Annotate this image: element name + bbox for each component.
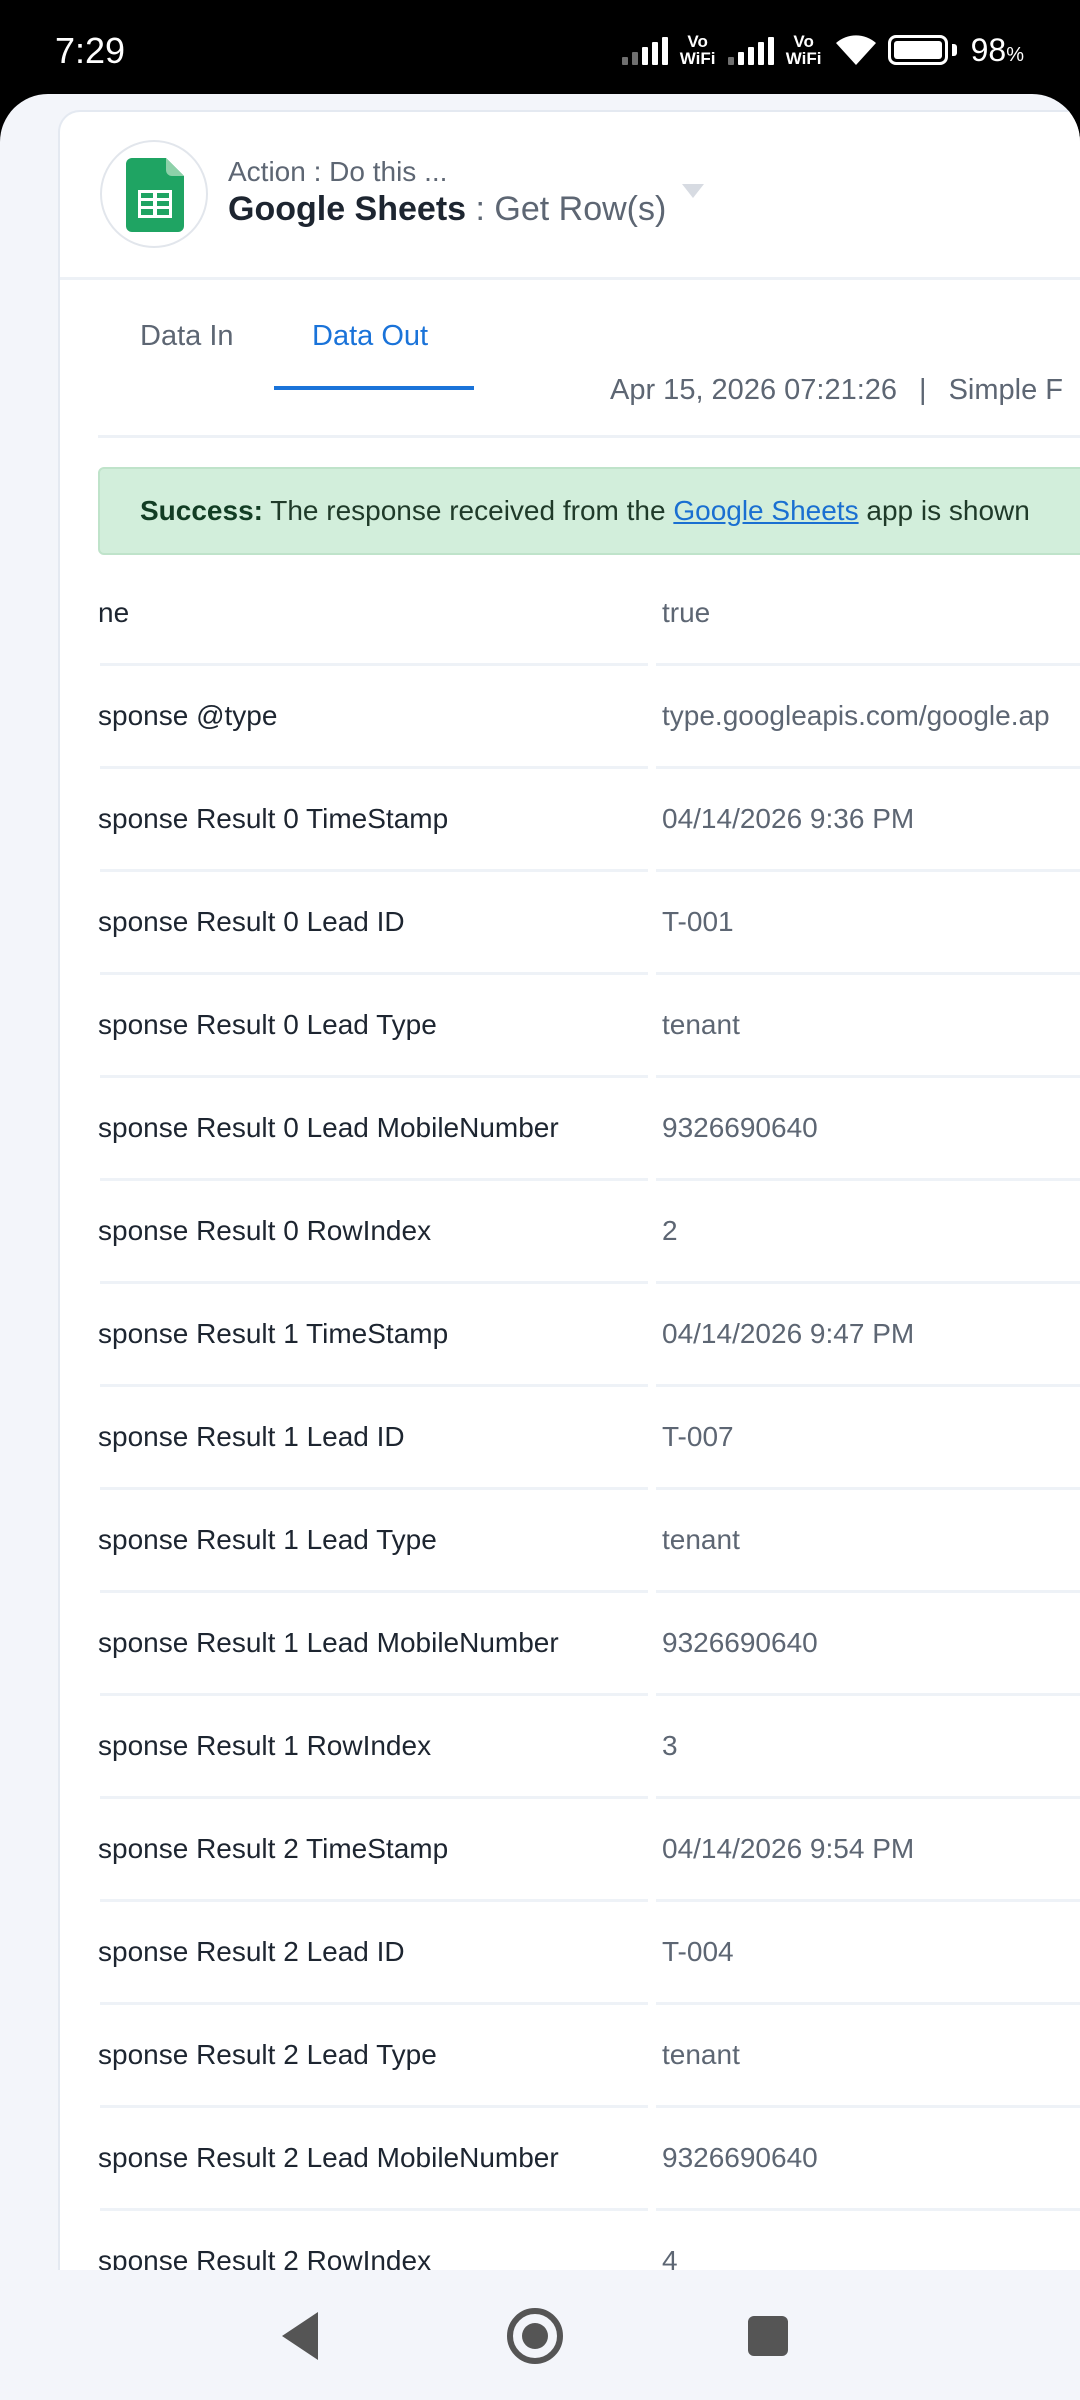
row-value: 9326690640 [662, 2142, 818, 2173]
table-row: sponse Result 0 Lead ID T-001 [60, 872, 1080, 975]
table-row: sponse Result 2 Lead ID T-004 [60, 1902, 1080, 2005]
bottom-sheet: Action : Do this ... Google Sheets : Get… [0, 94, 1080, 2270]
battery-icon [887, 35, 957, 65]
battery-percent: 98% [970, 31, 1024, 68]
row-key: sponse Result 1 TimeStamp [98, 1318, 449, 1349]
row-value: T-001 [662, 906, 734, 937]
row-value: tenant [662, 1009, 740, 1040]
table-row: sponse Result 2 TimeStamp 04/14/2026 9:54… [60, 1799, 1080, 1902]
table-row: sponse Result 1 RowIndex 3 [60, 1696, 1080, 1799]
row-value: tenant [662, 1524, 740, 1555]
table-row: sponse Result 2 RowIndex 4 [60, 2211, 1080, 2270]
row-value: T-004 [662, 1936, 734, 1967]
row-key: sponse @type [98, 700, 278, 731]
table-row: sponse Result 1 Lead MobileNumber 9326690… [60, 1593, 1080, 1696]
row-key: sponse Result 1 RowIndex [98, 1730, 432, 1761]
run-meta: Apr 15, 2026 07:21:26 | Simple F [610, 374, 1063, 406]
signal-1-icon [621, 35, 668, 65]
table-row: sponse Result 1 Lead ID T-007 [60, 1387, 1080, 1490]
row-key: sponse Result 1 Lead MobileNumber [98, 1627, 559, 1658]
row-value: 04/14/2026 9:54 PM [662, 1833, 915, 1864]
row-value: 4 [662, 2245, 678, 2270]
action-card: Action : Do this ... Google Sheets : Get… [58, 110, 1080, 2270]
row-value: 04/14/2026 9:47 PM [662, 1318, 915, 1349]
row-key: ne [98, 597, 130, 628]
row-value: 3 [662, 1730, 678, 1761]
row-key: sponse Result 2 TimeStamp [98, 1833, 449, 1864]
row-key: sponse Result 2 RowIndex [98, 2245, 432, 2270]
run-timestamp: Apr 15, 2026 07:21:26 [610, 374, 898, 406]
row-key: sponse Result 1 Lead Type [98, 1524, 437, 1555]
table-row: sponse Result 0 TimeStamp 04/14/2026 9:36… [60, 769, 1080, 872]
data-out-table: ne true sponse @type type.googleapis.com/go… [60, 563, 1080, 2270]
back-triangle-icon[interactable] [282, 2312, 318, 2360]
row-key: sponse Result 0 RowIndex [98, 1215, 432, 1246]
row-key: sponse Result 2 Lead Type [98, 2039, 437, 2070]
status-bar: 7:29 Vo WiFi Vo WiFi 98% [0, 0, 1080, 96]
table-row: sponse Result 0 Lead MobileNumber 9326690… [60, 1078, 1080, 1181]
row-value: 2 [662, 1215, 678, 1246]
table-row: sponse Result 1 Lead Type tenant [60, 1490, 1080, 1593]
row-key: sponse Result 2 Lead ID [98, 1936, 405, 1967]
table-row: sponse Result 2 Lead Type tenant [60, 2005, 1080, 2108]
signal-2-icon [727, 35, 774, 65]
row-value: 9326690640 [662, 1627, 818, 1658]
row-key: sponse Result 0 Lead ID [98, 906, 405, 937]
active-tab-indicator [274, 386, 474, 390]
home-circle-icon[interactable] [507, 2308, 563, 2364]
google-sheets-icon [100, 140, 208, 248]
row-value: 9326690640 [662, 1112, 818, 1143]
vowifi-1-label: Vo WiFi [679, 32, 716, 68]
row-value: tenant [662, 2039, 740, 2070]
google-sheets-link[interactable]: Google Sheets [673, 495, 858, 526]
table-row: sponse Result 0 Lead Type tenant [60, 975, 1080, 1078]
status-time: 7:29 [55, 30, 126, 71]
wifi-icon [835, 35, 876, 65]
table-row: sponse Result 2 Lead MobileNumber 9326690… [60, 2108, 1080, 2211]
table-row: ne true [60, 563, 1080, 666]
row-key: sponse Result 1 Lead ID [98, 1421, 405, 1452]
action-label: Action : Do this ... [228, 156, 448, 187]
row-key: sponse Result 0 Lead MobileNumber [98, 1112, 559, 1143]
recent-apps-square-icon[interactable] [748, 2316, 788, 2356]
app-title: Google Sheets : Get Row(s) [228, 190, 667, 228]
row-value: 04/14/2026 9:36 PM [662, 803, 915, 834]
card-header: Action : Do this ... Google Sheets : Get… [60, 112, 1080, 280]
tab-data-out[interactable]: Data Out [312, 320, 428, 353]
navigation-bar [0, 2270, 1080, 2400]
row-value: T-007 [662, 1421, 734, 1452]
status-icons: Vo WiFi Vo WiFi 98% [621, 28, 1024, 72]
row-value: type.googleapis.com/google.ap [662, 700, 1050, 731]
divider [98, 435, 1080, 438]
row-key: sponse Result 2 Lead MobileNumber [98, 2142, 559, 2173]
row-key: sponse Result 0 TimeStamp [98, 803, 449, 834]
sheets-logo-graphic [126, 158, 184, 232]
table-row: sponse @type type.googleapis.com/google.a… [60, 666, 1080, 769]
success-banner: Success: The response received from the … [98, 467, 1080, 555]
row-value: true [662, 597, 711, 628]
view-mode-toggle[interactable]: Simple F [949, 374, 1063, 406]
table-row: sponse Result 0 RowIndex 2 [60, 1181, 1080, 1284]
row-key: sponse Result 0 Lead Type [98, 1009, 437, 1040]
table-row: sponse Result 1 TimeStamp 04/14/2026 9:47… [60, 1284, 1080, 1387]
vowifi-2-label: Vo WiFi [785, 32, 822, 68]
operation-name: Get Row(s) [494, 190, 667, 228]
tab-data-in[interactable]: Data In [140, 320, 234, 353]
